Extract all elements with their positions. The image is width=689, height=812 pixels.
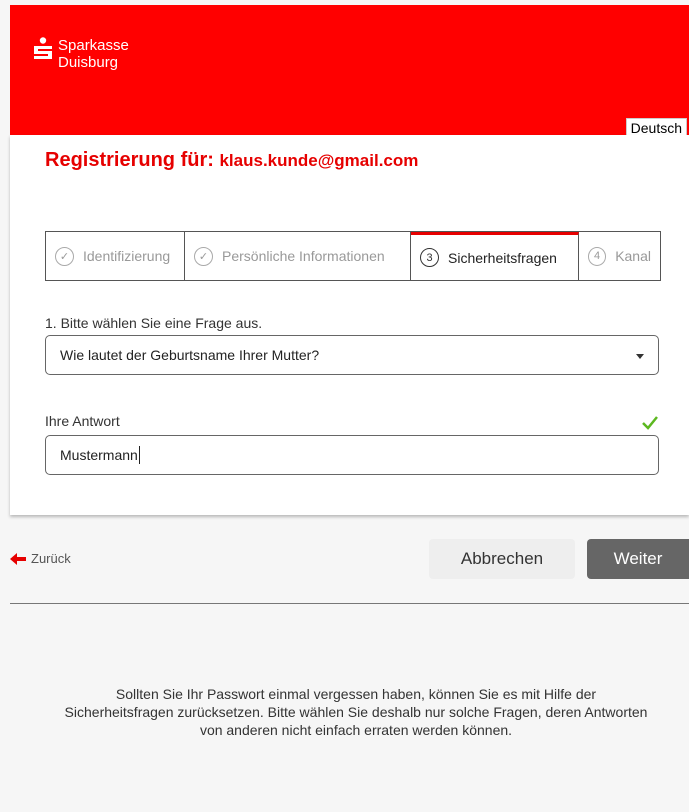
title-prefix: Registrierung für: — [45, 149, 214, 171]
security-question-select[interactable]: Wie lautet der Geburtsname Ihrer Mutter? — [45, 335, 659, 375]
step-label: Identifizierung — [83, 248, 171, 264]
next-button[interactable]: Weiter — [587, 539, 689, 579]
arrow-left-icon — [10, 552, 31, 565]
page-title: Registrierung für: klaus.kunde@gmail.com — [45, 149, 418, 172]
step-number: 4 — [588, 246, 607, 266]
header-bar: Sparkasse Duisburg Deutsch — [10, 5, 689, 138]
answer-input[interactable]: Mustermann — [45, 435, 659, 475]
registration-panel: Registrierung für: klaus.kunde@gmail.com… — [10, 135, 689, 515]
user-email: klaus.kunde@gmail.com — [219, 151, 419, 170]
step-label: Sicherheitsfragen — [448, 249, 557, 266]
text-cursor — [138, 446, 140, 464]
question-label: 1. Bitte wählen Sie eine Frage aus. — [45, 315, 263, 331]
info-text: Sollten Sie Ihr Passwort einmal vergesse… — [64, 686, 648, 738]
selected-question: Wie lautet der Geburtsname Ihrer Mutter? — [60, 347, 320, 363]
sparkasse-logo[interactable]: Sparkasse Duisburg — [32, 37, 129, 71]
check-icon — [641, 415, 659, 436]
brand-line-2: Duisburg — [58, 54, 119, 71]
step-check-icon: ✓ — [55, 246, 74, 266]
chevron-down-icon — [636, 353, 644, 359]
step-label: Persönliche Informationen — [222, 248, 385, 264]
brand-line-1: Sparkasse — [58, 37, 129, 54]
sparkasse-s-icon — [32, 37, 54, 63]
answer-label: Ihre Antwort — [45, 413, 120, 429]
back-link[interactable]: Zurück — [10, 551, 71, 566]
divider — [10, 603, 689, 604]
step-kanal[interactable]: 4 Kanal — [579, 232, 660, 280]
answer-value: Mustermann — [60, 447, 138, 463]
step-identifizierung[interactable]: ✓ Identifizierung — [46, 232, 185, 280]
step-label: Kanal — [615, 248, 651, 264]
progress-stepper: ✓ Identifizierung ✓ Persönliche Informat… — [45, 231, 661, 281]
back-label: Zurück — [31, 551, 71, 566]
step-check-icon: ✓ — [194, 246, 213, 266]
step-number: 3 — [420, 248, 439, 267]
cancel-button[interactable]: Abbrechen — [429, 539, 575, 579]
step-persoenliche-informationen[interactable]: ✓ Persönliche Informationen — [185, 232, 411, 280]
step-sicherheitsfragen[interactable]: 3 Sicherheitsfragen — [411, 232, 579, 280]
